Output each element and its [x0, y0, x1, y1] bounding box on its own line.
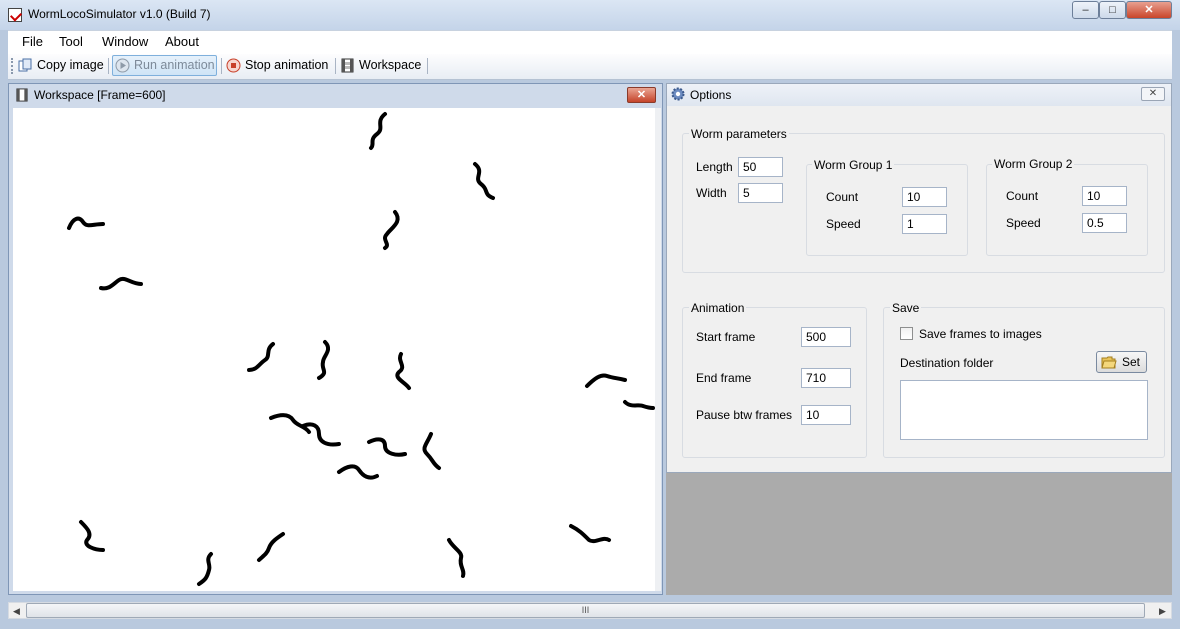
worm-group-1: [806, 164, 968, 256]
menu-about[interactable]: About: [165, 34, 199, 49]
run-animation-label: Run animation: [134, 58, 215, 72]
end-frame-label: End frame: [696, 371, 752, 385]
worm: [337, 464, 379, 480]
stop-icon: [226, 58, 241, 73]
worm: [447, 538, 466, 578]
workspace-title: Workspace [Frame=600]: [34, 88, 166, 102]
scroll-thumb[interactable]: III: [26, 603, 1145, 618]
worm: [247, 342, 275, 372]
worm-canvas[interactable]: [13, 108, 655, 591]
worm: [395, 352, 411, 390]
minimize-button[interactable]: –: [1072, 1, 1099, 19]
window-title: WormLocoSimulator v1.0 (Build 7): [28, 7, 211, 21]
save-frames-label: Save frames to images: [919, 327, 1042, 341]
worm: [569, 524, 611, 544]
group1-speed-input[interactable]: 1: [902, 214, 947, 234]
toolbar-separator: [427, 58, 428, 74]
toolbar-separator: [108, 58, 109, 74]
worm-parameters-label: Worm parameters: [689, 127, 789, 141]
group2-count-input[interactable]: 10: [1082, 186, 1127, 206]
destination-folder-input[interactable]: [900, 380, 1148, 440]
set-button-label: Set: [1122, 355, 1141, 369]
workspace-close-button[interactable]: ✕: [627, 87, 656, 103]
workspace-vertical-scrollbar[interactable]: [655, 108, 661, 591]
worm: [197, 552, 213, 586]
options-header: [667, 84, 1171, 106]
group2-speed-input[interactable]: 0.5: [1082, 213, 1127, 233]
worm: [269, 413, 311, 434]
menu-file[interactable]: File: [22, 34, 43, 49]
film-icon: [16, 88, 28, 102]
length-input[interactable]: 50: [738, 157, 783, 177]
start-frame-label: Start frame: [696, 330, 756, 344]
empty-mdi-area: [666, 473, 1172, 595]
play-icon: [115, 58, 130, 73]
end-frame-input[interactable]: 710: [801, 368, 851, 388]
stop-animation-label: Stop animation: [245, 58, 329, 72]
worm: [585, 373, 627, 388]
close-button[interactable]: ✕: [1126, 1, 1172, 19]
worm: [422, 432, 441, 470]
scroll-left-icon[interactable]: ◀: [13, 606, 20, 617]
pause-label: Pause btw frames: [696, 408, 793, 422]
workspace-button[interactable]: Workspace: [340, 56, 421, 75]
length-label: Length: [696, 160, 733, 174]
save-frames-checkbox[interactable]: [900, 327, 913, 340]
toolbar-separator: [335, 58, 336, 74]
copy-image-label: Copy image: [37, 58, 104, 72]
group1-count-input[interactable]: 10: [902, 187, 947, 207]
options-close-button[interactable]: ✕: [1141, 87, 1165, 101]
pause-input[interactable]: 10: [801, 405, 851, 425]
film-icon: [341, 58, 354, 73]
worm: [367, 437, 407, 457]
copy-image-button[interactable]: Copy image: [18, 56, 104, 75]
worm-group-2: [986, 164, 1148, 256]
toolbar-separator: [221, 58, 222, 74]
group1-speed-label: Speed: [826, 217, 861, 231]
worm: [623, 400, 655, 410]
stop-animation-button[interactable]: Stop animation: [226, 56, 328, 75]
copy-icon: [18, 58, 32, 72]
group2-count-label: Count: [1006, 189, 1039, 203]
scroll-right-icon[interactable]: ▶: [1159, 606, 1166, 617]
group1-count-label: Count: [826, 190, 859, 204]
worm-group-1-label: Worm Group 1: [812, 158, 895, 172]
set-folder-button[interactable]: Set: [1096, 351, 1147, 373]
worm: [79, 520, 105, 552]
worm-group-2-label: Worm Group 2: [992, 157, 1075, 171]
worm: [257, 532, 285, 562]
menu-tool[interactable]: Tool: [59, 34, 83, 49]
worm: [473, 162, 495, 200]
options-title: Options: [690, 88, 732, 102]
worm: [67, 216, 105, 230]
start-frame-input[interactable]: 500: [801, 327, 851, 347]
width-input[interactable]: 5: [738, 183, 783, 203]
toolbar-grip: [11, 58, 16, 74]
worm: [369, 112, 387, 150]
folder-icon: [1101, 356, 1117, 369]
width-label: Width: [696, 186, 727, 200]
worms-drawing: [67, 112, 655, 586]
menu-window[interactable]: Window: [102, 34, 148, 49]
group2-speed-label: Speed: [1006, 216, 1041, 230]
save-label: Save: [890, 301, 922, 315]
app-icon: [8, 8, 22, 22]
workspace-label: Workspace: [359, 58, 422, 72]
worm: [317, 340, 331, 380]
destination-folder-label: Destination folder: [900, 356, 994, 370]
maximize-button[interactable]: □: [1099, 1, 1126, 19]
gear-icon: [671, 87, 685, 101]
run-animation-button[interactable]: Run animation: [115, 56, 215, 75]
animation-label: Animation: [689, 301, 747, 315]
worm: [301, 422, 341, 447]
worm: [383, 210, 400, 250]
worm: [99, 276, 143, 291]
